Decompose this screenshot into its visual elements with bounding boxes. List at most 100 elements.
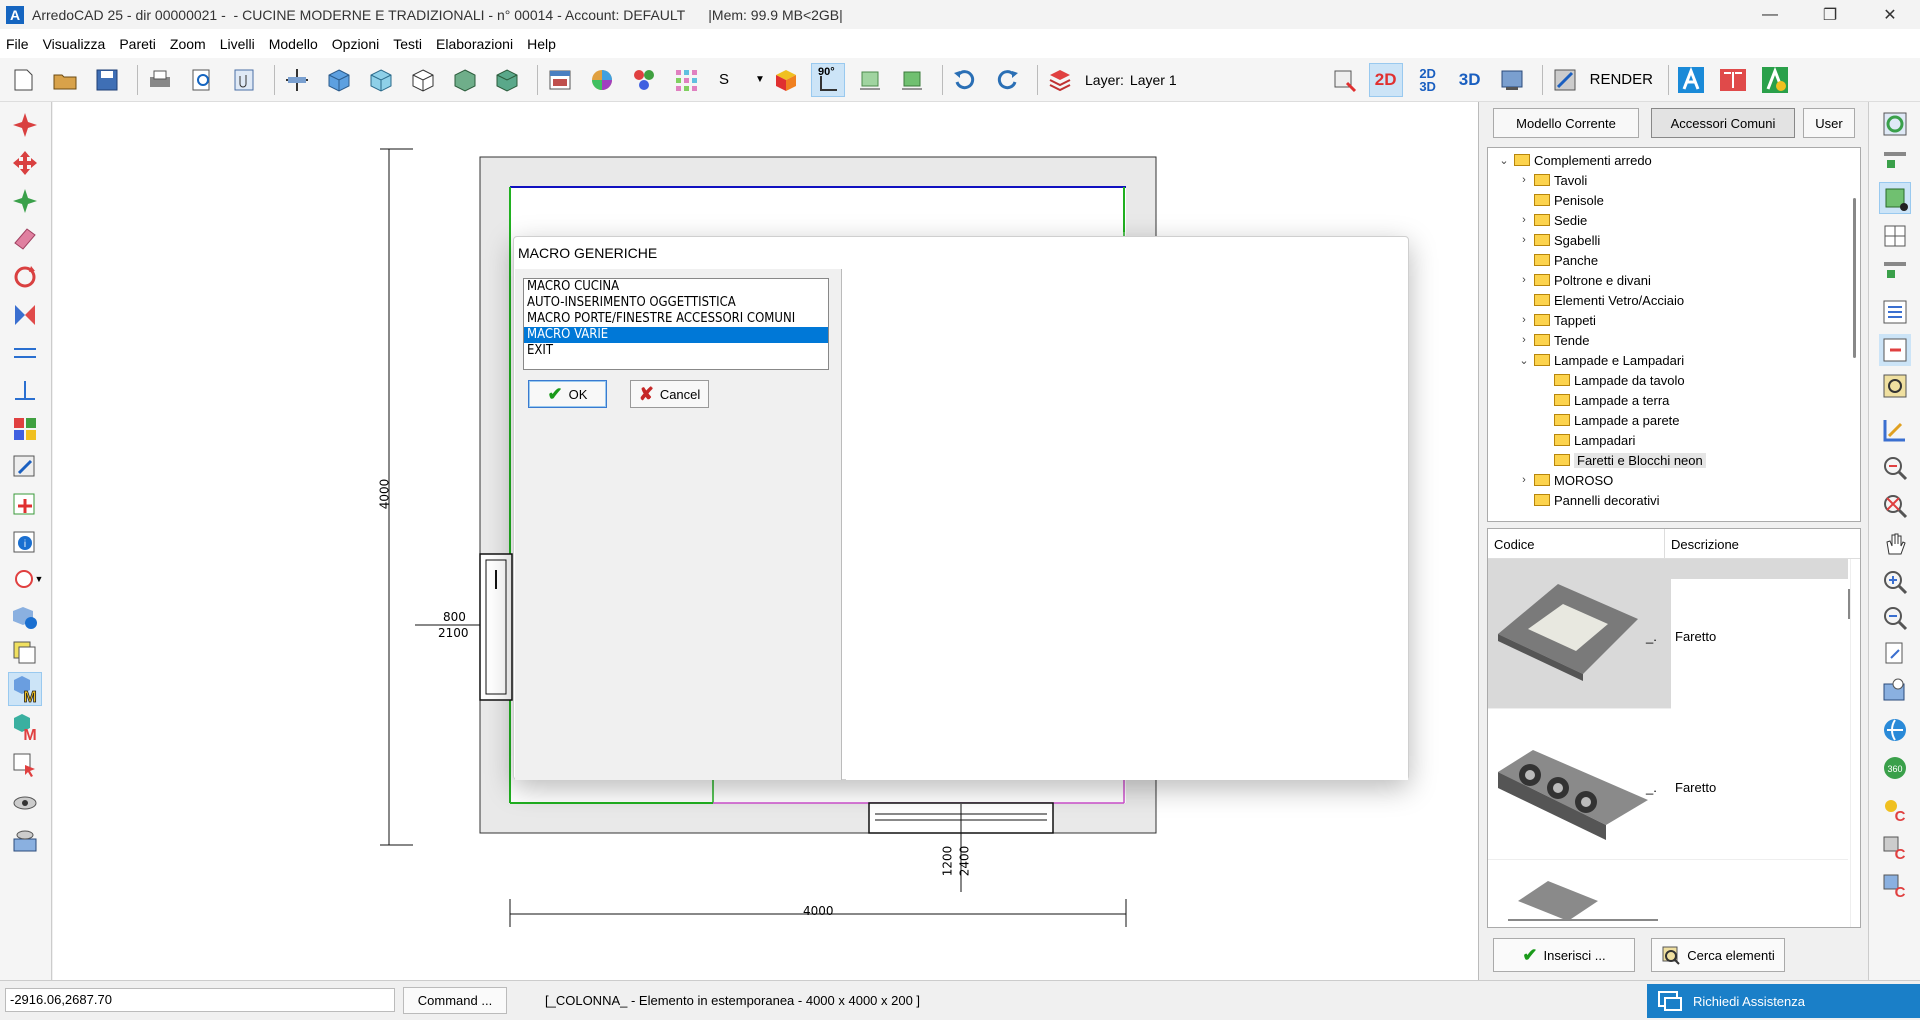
col-codice[interactable]: Codice: [1494, 537, 1534, 552]
chevron-right-icon[interactable]: ›: [1518, 234, 1530, 246]
menu-opzioni[interactable]: Opzioni: [332, 36, 379, 52]
color-cube-button[interactable]: [769, 63, 803, 97]
object-info-button[interactable]: [8, 600, 42, 634]
new-file-button[interactable]: [6, 63, 40, 97]
view-eye-button[interactable]: [8, 786, 42, 820]
panel-tool-2[interactable]: [1879, 182, 1911, 214]
menu-pareti[interactable]: Pareti: [119, 36, 156, 52]
macro-list-item-selected[interactable]: MACRO VARIE: [524, 327, 828, 343]
tab-user[interactable]: User: [1803, 108, 1855, 138]
tree-item[interactable]: Panche: [1518, 250, 1598, 270]
tree-toggle-button[interactable]: [1879, 334, 1911, 366]
menu-testi[interactable]: Testi: [393, 36, 422, 52]
layers-tool-button[interactable]: [8, 636, 42, 670]
grid-row[interactable]: [1488, 861, 1848, 927]
cancel-button[interactable]: ✘ Cancel: [630, 380, 709, 408]
render-settings-button[interactable]: [1548, 63, 1582, 97]
menu-elaborazioni[interactable]: Elaborazioni: [436, 36, 513, 52]
panel-tool-4[interactable]: [1879, 256, 1911, 288]
tree-item[interactable]: Pannelli decorativi: [1518, 490, 1660, 510]
tree-scrollbar[interactable]: [1853, 198, 1856, 358]
mirror-tool-button[interactable]: [8, 298, 42, 332]
tree-item[interactable]: › MOROSO: [1518, 470, 1613, 490]
menu-modello[interactable]: Modello: [269, 36, 318, 52]
menu-visualizza[interactable]: Visualizza: [43, 36, 106, 52]
command-button[interactable]: Command ...: [403, 987, 507, 1014]
maximize-button[interactable]: ❐: [1800, 0, 1860, 29]
attach-button[interactable]: [227, 63, 261, 97]
tree-item[interactable]: › Tappeti: [1518, 310, 1596, 330]
grid-hscrollbar[interactable]: [1508, 919, 1658, 921]
view-eye2-button[interactable]: [8, 824, 42, 858]
tree-item[interactable]: › Tende: [1518, 330, 1589, 350]
wall-tool-button[interactable]: [280, 63, 314, 97]
navigation-button[interactable]: [1879, 714, 1911, 746]
macro-red-button[interactable]: M: [8, 710, 42, 744]
print-preview-button[interactable]: [185, 63, 219, 97]
add-object-button[interactable]: [8, 488, 42, 522]
explode-tool-button[interactable]: [8, 108, 42, 142]
tab-accessori-comuni[interactable]: Accessori Comuni: [1651, 108, 1795, 138]
zoom-prev-button[interactable]: [1879, 638, 1911, 670]
tree-item[interactable]: Lampade da tavolo: [1538, 370, 1685, 390]
search-elements-button[interactable]: Cerca elementi: [1651, 938, 1785, 972]
measure-button[interactable]: [1879, 414, 1911, 446]
copy-tool-button[interactable]: [8, 184, 42, 218]
erase-tool-button[interactable]: [8, 222, 42, 256]
properties-button[interactable]: [1879, 296, 1911, 328]
object-dropdown-button[interactable]: ▼: [8, 562, 48, 596]
s-button[interactable]: S: [711, 63, 745, 97]
view-3d-panel-button[interactable]: [1495, 63, 1529, 97]
chevron-down-icon[interactable]: ⌄: [1498, 154, 1510, 167]
zoom-out-button[interactable]: [1879, 602, 1911, 634]
tree-item[interactable]: Lampade a terra: [1538, 390, 1669, 410]
close-button[interactable]: ✕: [1860, 0, 1920, 29]
macro-list-item[interactable]: EXIT: [524, 343, 828, 359]
tree-item[interactable]: Penisole: [1518, 190, 1604, 210]
undo-button[interactable]: [948, 63, 982, 97]
chevron-right-icon[interactable]: ›: [1518, 474, 1530, 486]
menu-zoom[interactable]: Zoom: [170, 36, 206, 52]
color-wheel-button[interactable]: [585, 63, 619, 97]
macro-list[interactable]: MACRO CUCINA AUTO-INSERIMENTO OGGETTISTI…: [523, 278, 829, 370]
macro-list-item[interactable]: MACRO CUCINA: [524, 279, 828, 295]
category-tree[interactable]: ⌄ Complementi arredo › Tavoli Penisole › Sedie…: [1487, 147, 1861, 522]
assist-button[interactable]: Richiedi Assistenza: [1647, 984, 1920, 1018]
view-2d-button[interactable]: 2D: [1368, 62, 1403, 97]
perpendicular-tool-button[interactable]: [8, 374, 42, 408]
tree-item[interactable]: › Poltrone e divani: [1518, 270, 1651, 290]
materials-button[interactable]: [627, 63, 661, 97]
layer-button[interactable]: [1043, 63, 1077, 97]
catalog-button[interactable]: [1716, 63, 1750, 97]
snap-green1-button[interactable]: [853, 63, 887, 97]
window-tool-button[interactable]: [543, 63, 577, 97]
ok-button[interactable]: ✔ OK: [528, 380, 607, 408]
zoom-in-button[interactable]: [1879, 566, 1911, 598]
tree-item[interactable]: › Sedie: [1518, 210, 1587, 230]
print-button[interactable]: [143, 63, 177, 97]
chevron-right-icon[interactable]: ›: [1518, 214, 1530, 226]
render-button[interactable]: RENDER: [1590, 71, 1653, 88]
panel-tool-3[interactable]: [1879, 220, 1911, 252]
tree-item[interactable]: ⌄ Lampade e Lampadari: [1518, 350, 1684, 370]
refresh-button[interactable]: [1879, 108, 1911, 140]
macro-c2-button[interactable]: C: [1879, 832, 1911, 864]
tree-item[interactable]: › Tavoli: [1518, 170, 1587, 190]
menu-livelli[interactable]: Livelli: [220, 36, 255, 52]
parallel-tool-button[interactable]: [8, 336, 42, 370]
cube-green-button[interactable]: [448, 63, 482, 97]
tab-modello-corrente[interactable]: Modello Corrente: [1493, 108, 1639, 138]
update-button[interactable]: [1758, 63, 1792, 97]
zoom-fit-button[interactable]: [1879, 452, 1911, 484]
s-dropdown[interactable]: ▼: [753, 63, 767, 97]
view-3d-button[interactable]: 3D: [1453, 63, 1487, 97]
chevron-down-icon[interactable]: ⌄: [1518, 354, 1530, 367]
macro-list-item[interactable]: MACRO PORTE/FINESTRE ACCESSORI COMUNI: [524, 311, 828, 327]
move-tool-button[interactable]: [8, 146, 42, 180]
cube-outline-button[interactable]: [406, 63, 440, 97]
grid-row[interactable]: _. Faretto: [1488, 710, 1848, 860]
select-tool-button[interactable]: [8, 748, 42, 782]
menu-file[interactable]: File: [6, 36, 29, 52]
chevron-right-icon[interactable]: ›: [1518, 314, 1530, 326]
grid-row[interactable]: _. Faretto: [1488, 559, 1851, 729]
